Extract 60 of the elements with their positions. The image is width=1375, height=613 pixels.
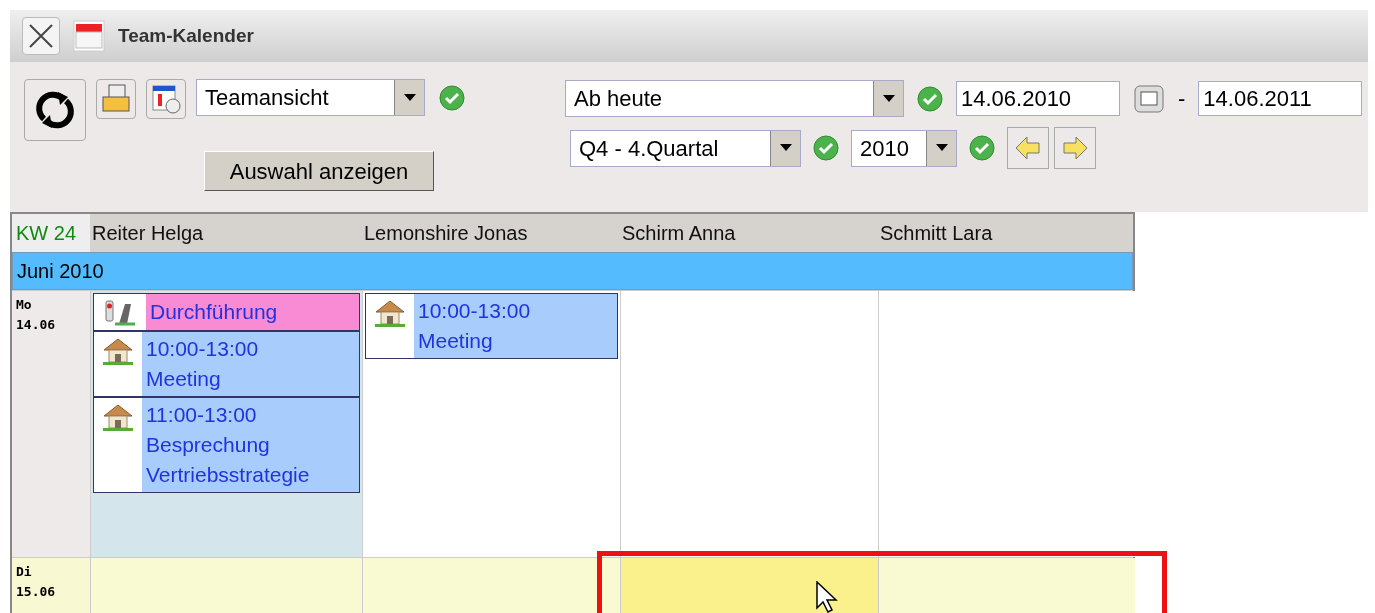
check-icon [439,84,465,111]
appointment-time: 10:00-13:00 [146,336,260,362]
appointment-time: 10:00-13:00 [418,298,532,324]
calendar-cell[interactable]: 10:00-13:00 Meeting [362,291,620,557]
calendar-cell[interactable]: Durchführung 10:00-13:00 Meeting 11:00-13:00 Besprechung Vertriebsstrategie [90,291,362,557]
calendar-cell[interactable] [90,558,362,613]
house-icon [101,402,135,432]
date-from-field[interactable]: 14.06.2010 [956,81,1120,116]
close-icon [28,23,54,49]
calendar-icon [72,19,106,53]
close-button[interactable] [22,17,60,55]
person-column-header: Schmitt Lara [880,221,993,246]
person-column-header: Reiter Helga [92,221,204,246]
date-to-field[interactable]: 14.06.2011 [1198,81,1363,116]
print-button[interactable] [96,79,136,119]
appointment-title: Meeting [418,328,494,354]
person-column-header: Lemonshire Jonas [364,221,528,246]
dropdown-caret-icon [926,130,956,166]
appointment-title: Meeting [146,366,222,392]
quarter-select[interactable]: Q4 - 4.Quartal [570,129,801,167]
dropdown-caret-icon [770,130,800,166]
appointment-entry[interactable]: 11:00-13:00 Besprechung Vertriebsstrategie [93,397,360,493]
day-label: Di 15.06 [12,558,90,613]
view-select[interactable]: Teamansicht [196,79,425,116]
calendar-sync-button[interactable] [146,79,186,119]
task-entry[interactable]: Durchführung [93,293,360,331]
traffic-light-road-icon [103,298,137,326]
person-column-header: Schirm Anna [622,221,736,246]
mouse-pointer-icon [816,581,838,613]
week-number: KW 24 [16,221,77,246]
calendar-cell[interactable] [362,558,620,613]
house-icon [373,298,407,328]
dropdown-caret-icon [873,81,903,116]
show-selection-button[interactable]: Auswahl anzeigen [204,151,434,191]
calendar-cell[interactable] [878,291,1135,557]
task-title: Durchführung [150,300,278,323]
check-icon [813,135,839,161]
appointment-entry[interactable]: 10:00-13:00 Meeting [93,331,360,397]
dropdown-caret-icon [394,80,424,115]
appointment-time: 11:00-13:00 [146,402,258,428]
printer-icon [100,83,132,115]
month-bar: Juni 2010 [12,252,1133,290]
appointment-title: Besprechung Vertriebsstrategie [146,432,311,488]
calendar-picker-icon[interactable] [1133,83,1165,114]
day-label: Mo 14.06 [12,291,90,557]
range-select[interactable]: Ab heute [565,80,904,117]
calendar-cell[interactable] [878,558,1135,613]
date-range-separator: - [1178,85,1186,113]
calendar-cell[interactable] [620,558,878,613]
calendar-sync-icon [150,83,182,115]
refresh-icon [34,89,76,131]
appointment-entry[interactable]: 10:00-13:00 Meeting [365,293,618,359]
check-icon [969,135,995,161]
refresh-button[interactable] [24,79,86,141]
window-title: Team-Kalender [118,23,254,48]
previous-button[interactable] [1007,127,1049,169]
next-button[interactable] [1054,127,1096,169]
check-icon [917,85,943,112]
year-select[interactable]: 2010 [851,129,957,167]
house-icon [101,336,135,366]
